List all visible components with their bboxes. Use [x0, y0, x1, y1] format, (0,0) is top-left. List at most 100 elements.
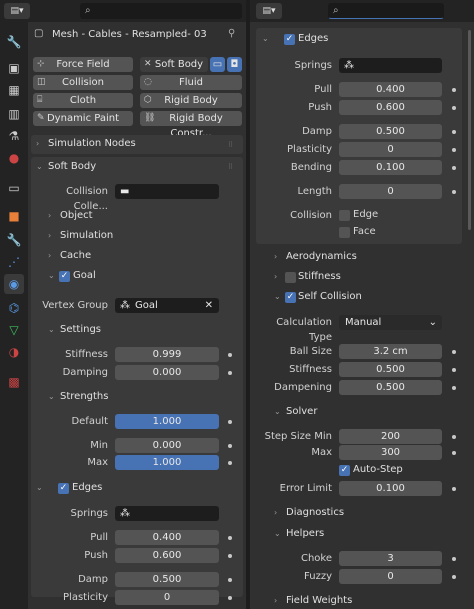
damp-field[interactable]: 0.500 — [339, 124, 442, 139]
stiffness-field[interactable]: 0.999 — [115, 347, 219, 362]
drag-grip-icon[interactable]: ⠿ — [228, 141, 238, 149]
soft-body-header[interactable]: ⌄ Soft Body — [36, 158, 236, 176]
search-input[interactable]: ⌕ — [328, 3, 444, 19]
plasticity-field[interactable]: 0 — [115, 590, 219, 605]
auto-step-checkbox[interactable]: ✓ — [339, 465, 350, 476]
solver-subpanel-header[interactable]: ⌄ Solver — [274, 403, 317, 421]
soft-body-camera-toggle[interactable]: ◘ — [227, 57, 242, 72]
output-icon[interactable]: ▦ — [4, 80, 24, 100]
clear-icon[interactable]: ✕ — [205, 298, 213, 313]
calculation-type-dropdown[interactable]: Manual ⌄ — [339, 315, 442, 330]
keyframe-dot[interactable] — [452, 368, 456, 372]
keyframe-dot[interactable] — [452, 435, 456, 439]
pull-field[interactable]: 0.400 — [339, 82, 442, 97]
keyframe-dot[interactable] — [228, 461, 232, 465]
object-subpanel-header[interactable]: › Object — [48, 207, 93, 225]
error-limit-field[interactable]: 0.100 — [339, 481, 442, 496]
keyframe-dot[interactable] — [452, 350, 456, 354]
keyframe-dot[interactable] — [452, 88, 456, 92]
field-weights-subpanel-header[interactable]: › Field Weights — [274, 592, 352, 609]
object-icon[interactable]: ■ — [4, 206, 24, 226]
collision-button[interactable]: ◫ Collision — [33, 75, 133, 90]
springs-field[interactable]: ⁂ — [339, 58, 442, 73]
plasticity-field[interactable]: 0 — [339, 142, 442, 157]
collision-collection-field[interactable]: ▬ — [115, 184, 219, 199]
choke-field[interactable]: 3 — [339, 551, 442, 566]
scene-icon[interactable]: ⚗ — [4, 126, 24, 146]
diagnostics-subpanel-header[interactable]: › Diagnostics — [274, 504, 344, 522]
edges-checkbox[interactable]: ✓ — [284, 34, 295, 45]
edges-checkbox[interactable]: ✓ — [58, 483, 69, 494]
modifier-icon[interactable]: 🔧 — [4, 230, 24, 250]
bending-field[interactable]: 0.100 — [339, 160, 442, 175]
fluid-button[interactable]: ◌ Fluid — [140, 75, 242, 90]
step-size-max-field[interactable]: 300 — [339, 445, 442, 460]
rigid-body-button[interactable]: ⬡ Rigid Body — [140, 93, 242, 108]
stiffness-checkbox[interactable] — [285, 272, 296, 283]
ball-size-field[interactable]: 3.2 cm — [339, 344, 442, 359]
keyframe-dot[interactable] — [452, 106, 456, 110]
simulation-nodes-header[interactable]: › Simulation Nodes — [36, 135, 236, 153]
vertex-group-field[interactable]: ⁂ Goal ✕ — [115, 298, 219, 313]
face-collision-checkbox[interactable] — [339, 227, 350, 238]
keyframe-dot[interactable] — [228, 536, 232, 540]
keyframe-dot[interactable] — [452, 386, 456, 390]
keyframe-dot[interactable] — [452, 148, 456, 152]
keyframe-dot[interactable] — [228, 420, 232, 424]
helpers-subpanel-header[interactable]: ⌄ Helpers — [274, 525, 324, 543]
min-field[interactable]: 0.000 — [115, 438, 219, 453]
render-icon[interactable]: ▣ — [4, 58, 24, 78]
aerodynamics-subpanel-header[interactable]: › Aerodynamics — [274, 248, 357, 266]
constraints-icon[interactable]: ⌬ — [4, 298, 24, 318]
edges-subpanel-header[interactable]: ⌄ — [36, 479, 48, 497]
keyframe-dot[interactable] — [452, 575, 456, 579]
rigid-body-constraint-button[interactable]: ⛓ Rigid Body Constr... — [140, 111, 242, 139]
simulation-subpanel-header[interactable]: › Simulation — [48, 227, 113, 245]
keyframe-dot[interactable] — [228, 578, 232, 582]
dampening-field[interactable]: 0.500 — [339, 380, 442, 395]
springs-field[interactable]: ⁂ — [115, 506, 219, 521]
keyframe-dot[interactable] — [228, 444, 232, 448]
keyframe-dot[interactable] — [228, 554, 232, 558]
editor-type-button[interactable]: ▤▾ — [4, 3, 30, 19]
keyframe-dot[interactable] — [452, 190, 456, 194]
data-icon[interactable]: ▽ — [4, 320, 24, 340]
keyframe-dot[interactable] — [452, 487, 456, 491]
fuzzy-field[interactable]: 0 — [339, 569, 442, 584]
push-field[interactable]: 0.600 — [339, 100, 442, 115]
texture-icon[interactable]: ▩ — [4, 372, 24, 392]
pin-icon[interactable]: ⚲ — [228, 28, 235, 39]
push-field[interactable]: 0.600 — [115, 548, 219, 563]
search-input[interactable]: ⌕ — [80, 3, 242, 19]
material-icon[interactable]: ◑ — [4, 342, 24, 362]
edge-collision-checkbox[interactable] — [339, 210, 350, 221]
force-field-button[interactable]: ⊹ Force Field — [33, 57, 133, 72]
damping-field[interactable]: 0.000 — [115, 365, 219, 380]
keyframe-dot[interactable] — [452, 557, 456, 561]
collection-icon[interactable]: ▭ — [4, 178, 24, 198]
keyframe-dot[interactable] — [228, 596, 232, 600]
soft-body-button[interactable]: ✕ Soft Body — [140, 57, 208, 72]
step-size-min-field[interactable]: 200 — [339, 429, 442, 444]
tool-icon[interactable]: 🔧 — [4, 32, 24, 52]
default-field[interactable]: 1.000 — [115, 414, 219, 429]
strengths-subpanel-header[interactable]: ⌄ Strengths — [48, 388, 108, 406]
goal-checkbox[interactable]: ✓ — [59, 271, 70, 282]
keyframe-dot[interactable] — [452, 451, 456, 455]
length-field[interactable]: 0 — [339, 184, 442, 199]
damp-field[interactable]: 0.500 — [115, 572, 219, 587]
dynamic-paint-button[interactable]: ✎ Dynamic Paint — [33, 111, 133, 126]
physics-icon[interactable]: ◉ — [4, 274, 24, 294]
max-field[interactable]: 1.000 — [115, 455, 219, 470]
particles-icon[interactable]: ⋰ — [4, 252, 24, 272]
drag-grip-icon[interactable]: ⠿ — [228, 163, 238, 171]
keyframe-dot[interactable] — [228, 353, 232, 357]
settings-subpanel-header[interactable]: ⌄ Settings — [48, 321, 101, 339]
pull-field[interactable]: 0.400 — [115, 530, 219, 545]
self-collision-checkbox[interactable]: ✓ — [285, 292, 296, 303]
cloth-button[interactable]: ⌸ Cloth — [33, 93, 133, 108]
keyframe-dot[interactable] — [452, 130, 456, 134]
view-layer-icon[interactable]: ▥ — [4, 104, 24, 124]
keyframe-dot[interactable] — [452, 166, 456, 170]
world-icon[interactable]: ● — [4, 148, 24, 168]
